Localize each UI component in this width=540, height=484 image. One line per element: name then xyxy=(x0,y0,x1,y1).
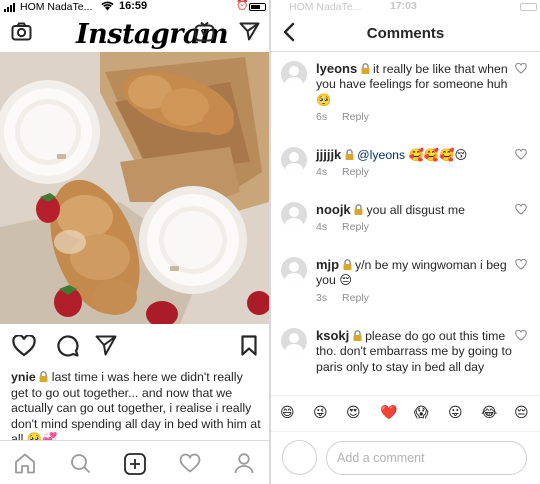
carrier-name: HOM NadaTe... xyxy=(20,1,93,13)
comment-composer xyxy=(271,431,540,484)
comment-emoji: 🥺 xyxy=(316,92,332,107)
comment-username[interactable]: ksokj xyxy=(316,328,349,343)
feed-screen: HOM NadaTe... 16:59 ⏰ Instagram ynie las… xyxy=(0,0,269,484)
emoji-button[interactable]: 😔 xyxy=(514,404,529,420)
post-caption: ynie last time i was here we didn't real… xyxy=(11,370,263,448)
reply-button[interactable]: Reply xyxy=(342,292,369,304)
alarm-icon: ⏰ xyxy=(236,0,249,11)
croissants-and-coffee-photo[interactable] xyxy=(0,52,269,324)
comment-username[interactable]: lyeons xyxy=(316,61,357,76)
emoji-button[interactable]: 😛 xyxy=(448,404,463,420)
comment-text: mjp y/n be my wingwoman i beg you 😔 xyxy=(316,257,512,289)
signal-icon xyxy=(4,3,15,12)
add-comment-input[interactable] xyxy=(326,441,527,475)
reply-button[interactable]: Reply xyxy=(342,221,369,233)
home-icon[interactable] xyxy=(14,453,36,479)
avatar[interactable] xyxy=(281,202,307,228)
comment-like-heart-icon[interactable] xyxy=(515,147,527,165)
caption-username[interactable]: ynie xyxy=(11,370,36,384)
emoji-button[interactable]: 😱 xyxy=(414,404,429,420)
lock-icon xyxy=(354,203,363,217)
reply-button[interactable]: Reply xyxy=(342,166,369,178)
mention-link[interactable]: @lyeons xyxy=(357,148,405,162)
comment-username[interactable]: mjp xyxy=(316,257,339,272)
comment-text: lyeons it really be like that when you h… xyxy=(316,61,512,108)
avatar[interactable] xyxy=(281,147,307,173)
lock-icon xyxy=(39,370,48,384)
comment-like-heart-icon[interactable] xyxy=(515,257,527,275)
reply-button[interactable]: Reply xyxy=(342,111,369,123)
comment-meta: 4s Reply xyxy=(316,221,369,233)
page-title: Comments xyxy=(366,25,445,42)
comment-username[interactable]: jjjjjk xyxy=(316,147,341,162)
comments-screen: HOM NadaTe... 17:03 Comments lyeons it r… xyxy=(271,0,540,484)
avatar[interactable] xyxy=(281,328,307,354)
comment-like-heart-icon[interactable] xyxy=(515,202,527,220)
share-paper-plane-icon[interactable] xyxy=(95,335,117,361)
comment-emoji: 😔 xyxy=(339,273,353,288)
comment-text: jjjjjk @lyeons 🥰🥰🥰😚 xyxy=(316,147,512,163)
comment-meta: 6s Reply xyxy=(316,111,369,123)
comment-text: ksokj please do go out this time tho. do… xyxy=(316,328,512,375)
add-post-icon[interactable] xyxy=(124,453,146,480)
clock: 17:03 xyxy=(390,0,417,12)
emoji-button[interactable]: ❤️ xyxy=(380,404,397,420)
bookmark-icon[interactable] xyxy=(241,335,257,361)
avatar[interactable] xyxy=(281,257,307,283)
lock-icon xyxy=(361,62,370,76)
lock-icon xyxy=(345,148,354,162)
avatar[interactable] xyxy=(281,61,307,87)
comment-body: you all disgust me xyxy=(366,203,465,217)
comment-like-heart-icon[interactable] xyxy=(515,328,527,346)
lock-icon xyxy=(353,329,362,343)
current-user-avatar xyxy=(282,440,317,475)
profile-icon[interactable] xyxy=(234,453,254,479)
comment-meta: 4s Reply xyxy=(316,166,369,178)
status-bar: HOM NadaTe... 16:59 ⏰ xyxy=(0,0,269,14)
bottom-nav xyxy=(0,440,269,484)
battery-icon xyxy=(249,3,266,11)
comment-time: 3s xyxy=(316,292,328,304)
camera-icon[interactable] xyxy=(11,22,32,46)
comment-bubble-icon[interactable] xyxy=(56,334,79,362)
screen-pair: HOM NadaTe... 16:59 ⏰ Instagram ynie las… xyxy=(0,0,540,484)
emoji-button[interactable]: 😄 xyxy=(280,404,295,420)
emoji-button[interactable]: 😜 xyxy=(313,404,328,420)
carrier-name: HOM NadaTe... xyxy=(289,1,362,13)
feed-header: Instagram xyxy=(0,16,269,52)
emoji-button[interactable]: 😍 xyxy=(346,404,361,420)
direct-message-icon[interactable] xyxy=(239,22,260,46)
comments-header: Comments xyxy=(271,16,540,52)
comment-time: 6s xyxy=(316,111,328,123)
post-actions xyxy=(0,332,269,360)
comment-meta: 3s Reply xyxy=(316,292,369,304)
search-icon[interactable] xyxy=(70,453,91,479)
lock-icon xyxy=(343,258,352,272)
battery-icon xyxy=(520,3,537,11)
status-bar: HOM NadaTe... 17:03 xyxy=(271,0,540,14)
comment-username[interactable]: noojk xyxy=(316,202,351,217)
emoji-button[interactable]: 😂 xyxy=(481,404,497,420)
comment-time: 4s xyxy=(316,221,328,233)
igtv-icon[interactable] xyxy=(194,21,215,47)
comment-like-heart-icon[interactable] xyxy=(515,61,527,79)
quick-emoji-bar: 😄 😜 😍 ❤️ 😱 😛 😂 😔 xyxy=(271,395,540,429)
heart-outline-icon[interactable] xyxy=(12,334,36,362)
wifi-icon xyxy=(101,1,114,14)
comment-emoji: 🥰🥰🥰😚 xyxy=(408,148,468,162)
clock: 16:59 xyxy=(119,0,148,12)
comment-text: noojk you all disgust me xyxy=(316,202,512,218)
comment-time: 4s xyxy=(316,166,328,178)
activity-heart-icon[interactable] xyxy=(179,453,201,478)
